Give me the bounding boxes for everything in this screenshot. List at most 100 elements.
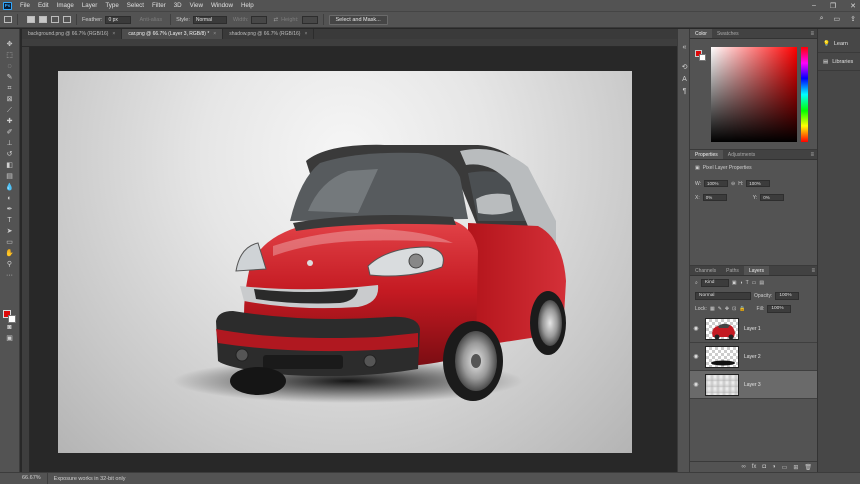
filter-type-icon[interactable]: T	[746, 280, 749, 286]
eyedropper-tool-icon[interactable]: ⟋	[4, 106, 15, 115]
height-input[interactable]	[301, 15, 318, 24]
lock-all-icon[interactable]: 🔒	[739, 306, 745, 312]
menu-select[interactable]: Select	[123, 2, 148, 9]
menu-file[interactable]: File	[16, 2, 34, 9]
new-selection-icon[interactable]	[27, 16, 35, 23]
tab-adjustments[interactable]: Adjustments	[723, 150, 761, 159]
layer-row-layer-1[interactable]: ◉ Layer 1	[690, 315, 818, 343]
menu-layer[interactable]: Layer	[78, 2, 101, 9]
fill-input[interactable]: 100%	[767, 304, 792, 313]
subtract-from-selection-icon[interactable]	[51, 16, 59, 23]
h-input[interactable]: 100%	[746, 180, 771, 187]
search-icon[interactable]: ⌕	[820, 15, 824, 23]
add-mask-icon[interactable]: ◘	[762, 464, 766, 470]
rectangular-marquee-preset-icon[interactable]	[4, 16, 12, 23]
hue-slider[interactable]	[801, 47, 808, 142]
lock-pixels-icon[interactable]: ✎	[718, 306, 722, 312]
layer-row-layer-2[interactable]: ◉ Layer 2	[690, 343, 818, 371]
menu-window[interactable]: Window	[207, 2, 237, 9]
background-color-swatch[interactable]	[8, 315, 16, 323]
link-icon[interactable]: ⊖	[731, 181, 735, 187]
close-tab-icon[interactable]: ×	[304, 31, 307, 37]
y-input[interactable]: 0%	[760, 194, 785, 201]
quick-selection-tool-icon[interactable]: ✎	[4, 73, 15, 82]
edit-toolbar-icon[interactable]: ···	[4, 271, 15, 280]
x-input[interactable]: 0%	[702, 194, 727, 201]
style-select[interactable]: Normal	[192, 15, 227, 24]
panel-menu-icon[interactable]: ≡	[811, 266, 815, 276]
gradient-tool-icon[interactable]: ▤	[4, 172, 15, 181]
menu-image[interactable]: Image	[53, 2, 78, 9]
tab-shadow[interactable]: shadow.png @ 66.7% (RGB/16) ×	[223, 29, 315, 39]
lasso-tool-icon[interactable]: ◌	[4, 62, 15, 71]
link-layers-icon[interactable]: ∞	[741, 464, 745, 470]
menu-view[interactable]: View	[186, 2, 207, 9]
canvas-area[interactable]	[30, 47, 677, 472]
tab-layers[interactable]: Layers	[743, 266, 769, 275]
close-tab-icon[interactable]: ×	[112, 31, 115, 37]
vertical-ruler[interactable]	[22, 47, 30, 472]
layer-name[interactable]: Layer 1	[744, 326, 761, 332]
tab-channels[interactable]: Channels	[690, 266, 721, 275]
visibility-eye-icon[interactable]: ◉	[690, 381, 702, 388]
horizontal-ruler[interactable]	[22, 39, 677, 47]
lock-transparency-icon[interactable]: ▦	[710, 306, 715, 312]
layer-name[interactable]: Layer 3	[744, 382, 761, 388]
libraries-button[interactable]: ▤ Libraries	[818, 53, 860, 71]
type-tool-icon[interactable]: T	[4, 216, 15, 225]
swap-dimensions-icon[interactable]: ⇄	[273, 17, 278, 23]
healing-brush-tool-icon[interactable]: ✚	[4, 117, 15, 126]
layer-row-layer-3[interactable]: ◉ Layer 3	[690, 371, 818, 399]
crop-tool-icon[interactable]: ⌗	[4, 84, 15, 93]
screen-mode-icon[interactable]: ▣	[4, 334, 15, 343]
visibility-eye-icon[interactable]: ◉	[690, 325, 702, 332]
kind-filter-select[interactable]: Kind	[700, 278, 729, 287]
path-selection-tool-icon[interactable]: ➤	[4, 227, 15, 236]
blend-mode-select[interactable]: Normal	[695, 291, 751, 300]
intersect-selection-icon[interactable]	[63, 16, 71, 23]
new-layer-icon[interactable]: ⊞	[793, 464, 798, 471]
share-icon[interactable]: ⇪	[850, 15, 856, 23]
layer-style-icon[interactable]: fx	[752, 464, 757, 470]
filter-shape-icon[interactable]: ▭	[752, 280, 757, 286]
move-tool-icon[interactable]: ✥	[4, 40, 15, 49]
frame-tool-icon[interactable]: ⊠	[4, 95, 15, 104]
new-group-icon[interactable]: ▭	[782, 464, 788, 471]
minimize-icon[interactable]: –	[812, 2, 816, 9]
zoom-level[interactable]: 66.67%	[0, 472, 48, 484]
brush-tool-icon[interactable]: ✐	[4, 128, 15, 137]
zoom-tool-icon[interactable]: ⚲	[4, 260, 15, 269]
pen-tool-icon[interactable]: ✒	[4, 205, 15, 214]
tab-properties[interactable]: Properties	[690, 150, 723, 159]
filter-adjustment-icon[interactable]: ◑	[740, 280, 743, 286]
background-color-swatch[interactable]	[699, 54, 706, 61]
lock-artboard-icon[interactable]: ⊡	[732, 306, 736, 312]
marquee-tool-icon[interactable]: ⬚	[4, 51, 15, 60]
tab-color[interactable]: Color	[690, 29, 712, 38]
panel-menu-icon[interactable]: ≡	[810, 150, 814, 160]
menu-filter[interactable]: Filter	[148, 2, 170, 9]
delete-layer-icon[interactable]: 🗑	[804, 464, 812, 471]
color-picker-field[interactable]	[711, 47, 797, 142]
antialias-checkbox[interactable]: Anti-alias	[139, 17, 162, 23]
panel-menu-icon[interactable]: ≡	[810, 29, 814, 39]
width-input[interactable]	[251, 15, 268, 24]
document-canvas[interactable]	[58, 71, 632, 453]
close-tab-icon[interactable]: ×	[213, 31, 216, 37]
select-and-mask-button[interactable]: Select and Mask...	[328, 14, 388, 25]
learn-button[interactable]: 💡 Learn	[818, 35, 860, 53]
add-to-selection-icon[interactable]	[39, 16, 47, 23]
adjustment-layer-icon[interactable]: ◑	[772, 464, 776, 470]
filter-smart-object-icon[interactable]: ▤	[759, 280, 764, 286]
dodge-tool-icon[interactable]: ◐	[4, 194, 15, 203]
feather-input[interactable]: 0 px	[105, 15, 132, 24]
menu-3d[interactable]: 3D	[170, 2, 186, 9]
w-input[interactable]: 100%	[704, 180, 729, 187]
tab-car[interactable]: car.png @ 66.7% (Layer 3, RGB/8) * ×	[122, 29, 224, 39]
visibility-eye-icon[interactable]: ◉	[690, 353, 702, 360]
lock-position-icon[interactable]: ✥	[725, 306, 729, 312]
hand-tool-icon[interactable]: ✋	[4, 249, 15, 258]
history-brush-tool-icon[interactable]: ↺	[4, 150, 15, 159]
maximize-icon[interactable]: ❐	[830, 2, 836, 10]
layer-name[interactable]: Layer 2	[744, 354, 761, 360]
